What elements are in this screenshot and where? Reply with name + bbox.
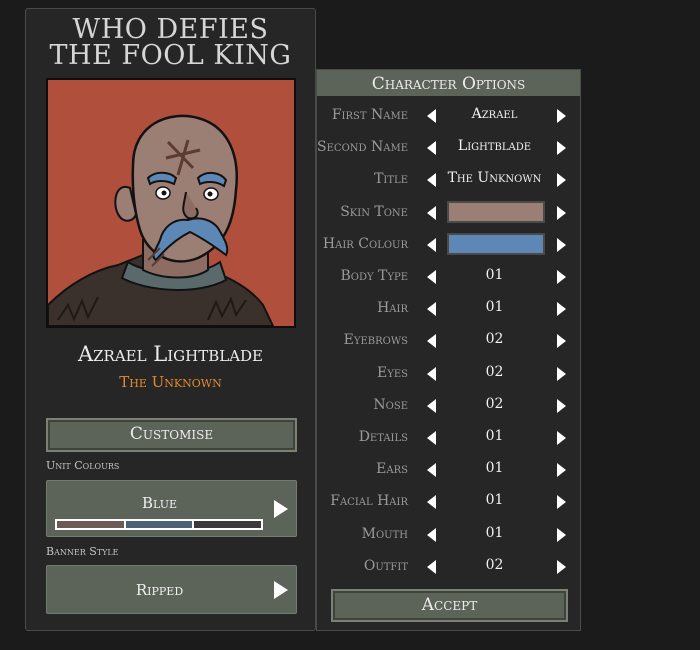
option-value: 02 — [485, 395, 504, 412]
unit-colour-swatch-3 — [192, 521, 262, 528]
banner-style-label: Banner Style — [46, 545, 119, 558]
next-arrow-icon[interactable] — [557, 334, 566, 349]
prev-arrow-icon[interactable] — [427, 495, 436, 510]
option-row-hair-colour: Hair Colour — [317, 230, 580, 260]
option-label: Hair — [377, 300, 408, 317]
options-header: Character Options — [317, 70, 580, 96]
option-row-skin-tone: Skin Tone — [317, 198, 580, 228]
accept-button[interactable]: Accept — [331, 589, 568, 622]
option-label: Nose — [373, 396, 408, 413]
option-value: 01 — [485, 460, 504, 477]
next-arrow-icon[interactable] — [557, 173, 566, 188]
next-arrow-icon[interactable] — [557, 366, 566, 381]
option-label: Outfit — [363, 557, 408, 574]
option-row-eyebrows: Eyebrows 02 — [317, 326, 580, 356]
option-value: Lightblade — [457, 138, 532, 155]
prev-arrow-icon[interactable] — [427, 334, 436, 349]
option-row-outfit: Outfit 02 — [317, 552, 580, 582]
option-label: Title — [374, 171, 408, 188]
option-label: Details — [358, 429, 408, 445]
option-row-eyes: Eyes 02 — [317, 359, 580, 389]
portrait-illustration — [48, 80, 294, 326]
option-label: Body Type — [340, 268, 408, 284]
prev-arrow-icon[interactable] — [427, 366, 436, 381]
prev-arrow-icon[interactable] — [427, 559, 436, 574]
option-value: 02 — [485, 363, 504, 380]
prev-arrow-icon[interactable] — [427, 527, 436, 542]
next-arrow-icon[interactable] — [557, 302, 566, 317]
next-arrow-icon[interactable] — [557, 527, 566, 542]
next-arrow-icon[interactable] — [557, 463, 566, 478]
prev-arrow-icon[interactable] — [427, 463, 436, 478]
character-name: Azrael Lightblade — [77, 342, 264, 366]
option-label: Mouth — [361, 525, 408, 542]
next-arrow-icon[interactable] — [274, 500, 288, 518]
next-arrow-icon[interactable] — [557, 141, 566, 156]
unit-colours-swatch-bar — [55, 519, 263, 530]
prev-arrow-icon[interactable] — [427, 173, 436, 188]
banner-style-value: Ripped — [135, 581, 184, 599]
next-arrow-icon[interactable] — [557, 205, 566, 220]
option-value: Azrael — [471, 106, 518, 122]
next-arrow-icon[interactable] — [557, 398, 566, 413]
prev-arrow-icon[interactable] — [427, 205, 436, 220]
option-value: 02 — [485, 556, 504, 573]
option-row-ears: Ears 01 — [317, 455, 580, 485]
prev-arrow-icon[interactable] — [427, 398, 436, 413]
character-title: The Unknown — [119, 373, 222, 391]
character-portrait — [46, 78, 296, 328]
unit-colours-value: Blue — [141, 494, 178, 512]
option-value: 02 — [485, 331, 504, 348]
option-row-first-name: First Name Azrael — [317, 101, 580, 131]
next-arrow-icon[interactable] — [557, 270, 566, 284]
option-value: 01 — [485, 428, 504, 444]
option-label: Eyes — [377, 364, 408, 381]
option-label: Second Name — [317, 139, 408, 156]
prev-arrow-icon[interactable] — [427, 302, 436, 317]
option-value: The Unknown — [447, 170, 542, 187]
option-row-body-type: Body Type 01 — [317, 262, 580, 292]
option-value: 01 — [485, 299, 504, 316]
prev-arrow-icon[interactable] — [427, 431, 436, 445]
prev-arrow-icon[interactable] — [427, 270, 436, 284]
unit-colours-label: Unit Colours — [46, 459, 120, 472]
option-row-hair: Hair 01 — [317, 294, 580, 324]
option-label: Ears — [376, 461, 408, 478]
option-label: Hair Colour — [322, 235, 408, 252]
next-arrow-icon[interactable] — [557, 237, 566, 252]
option-label: Skin Tone — [340, 203, 408, 220]
next-arrow-icon[interactable] — [557, 559, 566, 574]
prev-arrow-icon[interactable] — [427, 237, 436, 252]
option-row-details: Details 01 — [317, 423, 580, 453]
option-row-nose: Nose 02 — [317, 391, 580, 421]
option-label: Facial Hair — [330, 493, 408, 510]
game-title: WHO DEFIES THE FOOL KING — [26, 16, 315, 71]
banner-style-selector[interactable]: Ripped — [46, 565, 297, 614]
next-arrow-icon[interactable] — [274, 581, 288, 599]
customise-button[interactable]: Customise — [46, 418, 297, 452]
option-value: 01 — [485, 267, 504, 283]
prev-arrow-icon[interactable] — [427, 109, 436, 123]
next-arrow-icon[interactable] — [557, 431, 566, 445]
option-row-title: Title The Unknown — [317, 165, 580, 195]
next-arrow-icon[interactable] — [557, 109, 566, 123]
option-value: 01 — [485, 492, 504, 509]
character-preview-panel: WHO DEFIES THE FOOL KING Azrael Lightbla… — [25, 8, 316, 631]
prev-arrow-icon[interactable] — [427, 141, 436, 156]
unit-colours-selector[interactable]: Blue — [46, 480, 297, 537]
option-label: Eyebrows — [343, 332, 408, 349]
option-label: First Name — [331, 107, 408, 123]
game-title-line2: THE FOOL KING — [49, 40, 292, 71]
next-arrow-icon[interactable] — [557, 495, 566, 510]
unit-colour-swatch-1 — [57, 521, 124, 528]
unit-colour-swatch-2 — [123, 521, 193, 528]
option-row-mouth: Mouth 01 — [317, 520, 580, 550]
character-options-panel: Character Options First Name Azrael Second… — [316, 69, 581, 631]
option-row-second-name: Second Name Lightblade — [317, 133, 580, 163]
hair-colour-swatch — [447, 232, 545, 255]
option-value: 01 — [485, 524, 504, 541]
option-row-facial-hair: Facial Hair 01 — [317, 487, 580, 517]
skin-tone-swatch — [447, 200, 545, 223]
